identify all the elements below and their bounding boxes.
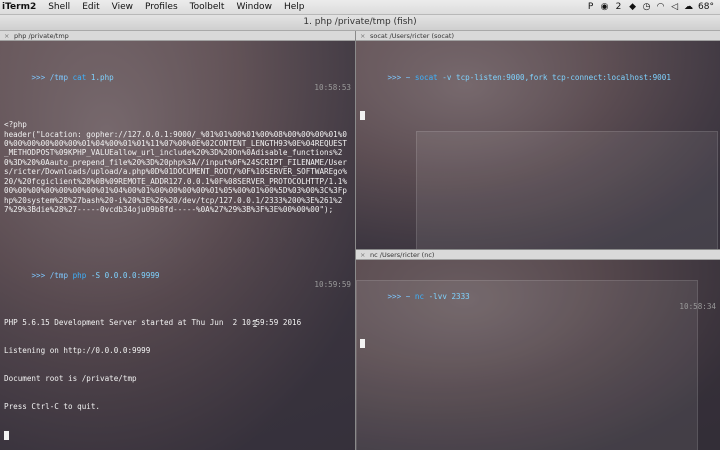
wifi-icon[interactable]: ◠ [656,1,665,13]
volume-icon[interactable]: ◁ [670,1,679,13]
left-terminal-pane[interactable]: × php /private/tmp >>> /tmp cat 1.php 10… [0,31,355,450]
menu-shell[interactable]: Shell [42,0,76,14]
right-top-terminal-output[interactable]: >>> ~ socat -v tcp-listen:9000,fork tcp-… [360,45,716,140]
shell-prompt: >>> ~ [387,73,415,83]
command-args: -v tcp-listen:9000,fork tcp-connect:loca… [437,73,671,83]
left-pane-tab-title: php /private/tmp [14,32,69,40]
menu-toolbelt[interactable]: Toolbelt [184,0,231,14]
right-bottom-terminal-pane[interactable]: × nc /Users/ricter (nc) >>> ~ nc -lvv 23… [356,250,720,450]
text-cursor [360,339,365,349]
paypal-icon[interactable]: P [586,1,595,13]
qq-icon[interactable]: ◉ [600,1,609,13]
background-window-ghost [416,131,718,249]
cat-output: <?php header("Location: gopher://127.0.0… [4,120,347,214]
menu-profiles[interactable]: Profiles [139,0,184,14]
text-cursor [360,110,365,120]
window-title: 1. php /private/tmp (fish) [303,17,417,27]
menu-bar: iTerm2 Shell Edit View Profiles Toolbelt… [0,0,720,15]
menu-help[interactable]: Help [278,0,311,14]
shell-prompt: >>> /tmp [31,73,73,83]
notification-badge[interactable]: 2 [614,1,623,13]
window-title-bar[interactable]: 1. php /private/tmp (fish) [0,15,720,31]
command-name: socat [414,73,438,83]
ibeam-cursor-icon: I [252,319,259,330]
menu-view[interactable]: View [106,0,139,14]
close-icon[interactable]: × [4,31,9,41]
output-line: Document root is /private/tmp [4,374,137,384]
right-bottom-pane-tab[interactable]: × nc /Users/ricter (nc) [356,250,720,260]
weather-icon[interactable]: ☁ [684,1,693,13]
app-menu[interactable]: iTerm2 [0,0,42,14]
right-top-terminal-pane[interactable]: × socat /Users/ricter (socat) >>> ~ soca… [356,31,720,249]
right-top-pane-tab-title: socat /Users/ricter (socat) [370,32,454,40]
shell-prompt: >>> ~ [387,292,415,302]
right-top-pane-tab[interactable]: × socat /Users/ricter (socat) [356,31,720,41]
command-args: -lvv 2333 [424,292,470,302]
command-name: cat [72,73,87,83]
temperature-label[interactable]: 68° [698,1,714,13]
command-name: php [72,270,87,280]
command-timestamp: 10:58:53 [314,82,351,92]
shell-prompt: >>> /tmp [31,270,73,280]
close-icon[interactable]: × [360,250,365,260]
menu-window[interactable]: Window [230,0,278,14]
text-cursor [4,430,9,440]
status-tray: P ◉ 2 ◆ ◷ ◠ ◁ ☁ 68° [586,1,720,13]
left-pane-tab[interactable]: × php /private/tmp [0,31,355,41]
output-line: Press Ctrl-C to quit. [4,402,101,412]
right-bottom-pane-tab-title: nc /Users/ricter (nc) [370,251,435,259]
shield-icon[interactable]: ◆ [628,1,637,13]
output-line: Listening on http://0.0.0.0:9999 [4,346,151,355]
close-icon[interactable]: × [360,31,365,41]
command-args: -S 0.0.0.0:9999 [86,270,160,280]
command-timestamp: 10:58:34 [679,301,716,311]
output-line: PHP 5.6.15 Development Server started at… [4,317,302,327]
right-bottom-terminal-output[interactable]: >>> ~ nc -lvv 2333 10:58:34 [360,264,716,368]
command-name: nc [414,292,425,302]
command-timestamp: 10:59:59 [314,280,351,290]
command-args: 1.php [86,73,114,83]
left-terminal-output[interactable]: >>> /tmp cat 1.php 10:58:53 <?php header… [4,45,351,450]
menu-edit[interactable]: Edit [76,0,105,14]
clock-icon[interactable]: ◷ [642,1,651,13]
